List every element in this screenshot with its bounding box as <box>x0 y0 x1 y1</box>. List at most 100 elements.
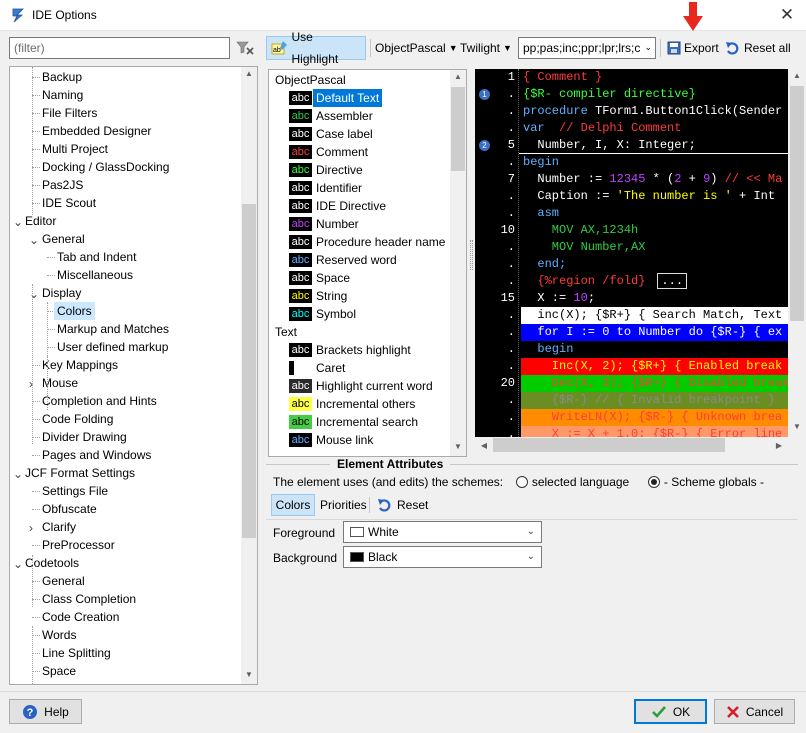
element-list-item[interactable]: abc Comment <box>289 143 368 161</box>
tree-scroll-thumb[interactable] <box>242 204 256 538</box>
element-group-header[interactable]: Text <box>275 323 297 341</box>
tree-item[interactable]: Obfuscate <box>42 500 97 518</box>
tree-expanded-icon[interactable]: ⌄ <box>13 467 23 481</box>
tree-item[interactable]: Miscellaneous <box>57 266 133 284</box>
splitter-grip[interactable] <box>470 240 473 270</box>
element-list-item[interactable]: abc Directive <box>289 161 363 179</box>
tree-item[interactable]: Space <box>42 662 76 680</box>
tree-item[interactable]: Completion and Hints <box>42 392 157 410</box>
reset-button[interactable]: Reset <box>377 494 428 516</box>
close-window-button[interactable]: ✕ <box>772 2 802 28</box>
tree-item[interactable]: IDE Scout <box>42 194 96 212</box>
scroll-down-arrow-icon[interactable]: ▼ <box>450 442 466 451</box>
element-list-item[interactable]: abc String <box>289 287 347 305</box>
preview-vscrollbar[interactable]: ▲ ▼ <box>789 69 805 437</box>
bookmark-icon[interactable]: 1 <box>479 89 490 100</box>
foreground-color-combo[interactable]: White ⌄ <box>343 521 542 543</box>
tree-item[interactable]: Pas2JS <box>42 176 83 194</box>
tree-item[interactable]: Key Mappings <box>42 356 118 374</box>
tree-item[interactable]: Divider Drawing <box>42 428 127 446</box>
use-highlight-button[interactable]: ab Use Highlight <box>266 30 366 66</box>
element-list-item[interactable]: abc Identifier <box>289 179 362 197</box>
element-list-item[interactable]: abc Assembler <box>289 107 373 125</box>
tab-colors[interactable]: Colors <box>271 494 315 516</box>
tree-item[interactable]: Code Creation <box>42 608 119 626</box>
scroll-up-arrow-icon[interactable]: ▲ <box>450 72 466 81</box>
element-scroll-thumb[interactable] <box>451 87 465 171</box>
tree-expanded-icon[interactable]: ⌄ <box>29 287 39 301</box>
element-list-item[interactable]: abc Symbol <box>289 305 356 323</box>
scroll-left-arrow-icon[interactable]: ◀ <box>476 441 492 450</box>
element-list-item[interactable]: abc Default Text <box>289 89 383 107</box>
tree-item[interactable]: Clarify <box>42 518 76 536</box>
tree-item[interactable]: Class Completion <box>42 590 136 608</box>
scheme-globals-radio[interactable]: - Scheme globals - <box>647 475 764 489</box>
tree-item[interactable]: Editor <box>25 212 56 230</box>
tree-scrollbar[interactable]: ▲ ▼ <box>241 67 257 684</box>
element-list-scrollbar[interactable]: ▲ ▼ <box>450 70 466 456</box>
tree-item[interactable]: User defined markup <box>57 338 168 356</box>
scroll-right-arrow-icon[interactable]: ▶ <box>771 441 787 450</box>
ok-button[interactable]: OK <box>634 699 707 724</box>
element-list-item[interactable]: abc Incremental others <box>289 395 415 413</box>
folded-region-marker[interactable]: ... <box>657 273 688 289</box>
tree-item[interactable]: Display <box>42 284 81 302</box>
tree-item[interactable]: Multi Project <box>42 140 108 158</box>
element-group-header[interactable]: ObjectPascal <box>275 71 346 89</box>
element-list-item[interactable]: abc Mouse link <box>289 431 373 449</box>
tree-item[interactable]: Line Splitting <box>42 644 111 662</box>
element-list-item[interactable]: abc Brackets highlight <box>289 341 411 359</box>
tree-item[interactable]: PreProcessor <box>42 536 115 554</box>
element-list-item[interactable]: abc IDE Directive <box>289 197 386 215</box>
tree-item[interactable]: File Filters <box>42 104 97 122</box>
element-list-item[interactable]: abc Reserved word <box>289 251 397 269</box>
tree-item[interactable]: Backup <box>42 68 82 86</box>
preview-vscroll-thumb[interactable] <box>790 86 804 321</box>
preview-hscrollbar[interactable]: ◀ ▶ <box>475 437 788 454</box>
tree-item[interactable]: Colors <box>54 302 95 320</box>
tree-item[interactable]: Settings File <box>42 482 108 500</box>
language-dropdown[interactable]: ObjectPascal ▼ <box>371 36 462 60</box>
tree-item[interactable]: JCF Format Settings <box>25 464 135 482</box>
scroll-down-arrow-icon[interactable]: ▼ <box>241 670 257 679</box>
tree-item[interactable]: Code Folding <box>42 410 113 428</box>
tree-item[interactable]: Words <box>42 626 76 644</box>
tree-collapsed-icon[interactable]: › <box>29 521 33 535</box>
reset-all-button[interactable]: Reset all <box>721 36 795 60</box>
scheme-dropdown[interactable]: Twilight ▼ <box>456 36 516 60</box>
export-button[interactable]: Export <box>663 36 723 60</box>
tree-expanded-icon[interactable]: ⌄ <box>29 233 39 247</box>
element-list-item[interactable]: abc Case label <box>289 125 373 143</box>
tree-item[interactable]: Naming <box>42 86 83 104</box>
bookmark-icon[interactable]: 2 <box>479 140 490 151</box>
tree-item[interactable]: Markup and Matches <box>57 320 169 338</box>
tree-item[interactable]: General <box>42 230 85 248</box>
background-color-combo[interactable]: Black ⌄ <box>343 546 542 568</box>
cancel-button[interactable]: Cancel <box>714 699 795 724</box>
element-list-item[interactable]: abc Space <box>289 269 350 287</box>
element-list-item[interactable]: abc Procedure header name <box>289 233 445 251</box>
help-button[interactable]: ? Help <box>9 699 82 724</box>
selected-language-radio[interactable]: selected language <box>515 475 629 489</box>
tree-expanded-icon[interactable]: ⌄ <box>13 557 23 571</box>
code-preview[interactable]: 1 { Comment }. 1 {$R- compiler directive}. p… <box>475 69 788 437</box>
tree-item[interactable]: Pages and Windows <box>42 446 151 464</box>
scroll-up-arrow-icon[interactable]: ▲ <box>241 69 257 78</box>
element-list-item[interactable]: abc Number <box>289 215 359 233</box>
scroll-up-arrow-icon[interactable]: ▲ <box>789 71 805 80</box>
element-list-item[interactable]: abc Incremental search <box>289 413 418 431</box>
tree-item[interactable]: General <box>42 572 85 590</box>
tree-item[interactable]: Embedded Designer <box>42 122 151 140</box>
tab-priorities[interactable]: Priorities <box>318 494 369 516</box>
tree-item[interactable]: Codetools <box>25 554 79 572</box>
tree-item[interactable]: Docking / GlassDocking <box>42 158 169 176</box>
file-extensions-combo[interactable]: pp;pas;inc;ppr;lpr;lrs;c ⌄ <box>518 37 656 59</box>
filter-input[interactable]: (filter) <box>9 37 230 59</box>
preview-hscroll-thumb[interactable] <box>493 438 725 452</box>
tree-item[interactable]: Tab and Indent <box>57 248 136 266</box>
element-list-item[interactable]: abc Highlight current word <box>289 377 433 395</box>
scroll-down-arrow-icon[interactable]: ▼ <box>789 422 805 431</box>
tree-expanded-icon[interactable]: ⌄ <box>13 215 23 229</box>
clear-filter-button[interactable] <box>234 37 256 59</box>
element-list-item[interactable]: Caret <box>289 359 345 377</box>
